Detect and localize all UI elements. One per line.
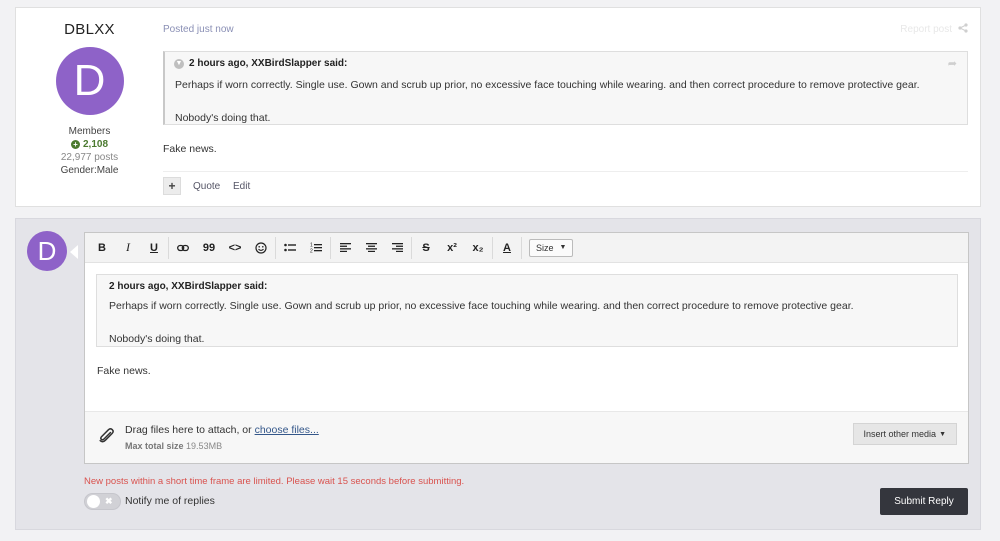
toolbar-divider — [330, 236, 331, 259]
align-center-icon — [365, 243, 377, 252]
speech-pointer — [70, 245, 78, 259]
notify-toggle[interactable]: ✖ — [84, 493, 121, 510]
avatar[interactable]: D — [55, 47, 124, 115]
toolbar-divider — [521, 236, 522, 259]
editor-text[interactable]: Fake news. — [97, 365, 151, 377]
emoji-button[interactable] — [248, 237, 274, 259]
align-center-button[interactable] — [358, 237, 384, 259]
font-size-label: Size — [536, 242, 554, 253]
insert-media-label: Insert other media — [863, 429, 937, 439]
posted-time[interactable]: Posted just now — [163, 24, 234, 35]
close-icon: ✖ — [105, 496, 113, 506]
font-size-select[interactable]: Size ▼ — [529, 238, 574, 257]
italic-button[interactable]: I — [115, 237, 141, 259]
multiquote-button[interactable]: + — [163, 177, 181, 195]
attach-instructions: Drag files here to attach, or choose fil… — [125, 424, 319, 436]
attachment-area[interactable]: Drag files here to attach, or choose fil… — [85, 411, 968, 463]
author-name[interactable]: DBLXX — [16, 21, 163, 38]
quote-header-text[interactable]: 2 hours ago, XXBirdSlapper said: — [189, 58, 347, 69]
rate-limit-warning: New posts within a short time frame are … — [84, 476, 465, 487]
text-color-button[interactable]: A — [494, 237, 520, 259]
smiley-icon — [255, 241, 267, 254]
choose-files-link[interactable]: choose files... — [255, 424, 319, 436]
notify-label[interactable]: Notify me of replies — [125, 495, 215, 507]
quote-insert-button[interactable]: 99 — [196, 237, 222, 259]
go-to-quote-icon[interactable]: ➦ — [948, 57, 957, 70]
quote-button[interactable]: Quote — [193, 181, 220, 192]
post-card: DBLXX D Members + 2,108 22,977 posts Gen… — [15, 7, 981, 207]
max-size: Max total size 19.53MB — [125, 441, 222, 451]
align-left-button[interactable] — [332, 237, 358, 259]
quote-header: ▼ 2 hours ago, XXBirdSlapper said: — [174, 58, 347, 69]
chevron-down-icon[interactable]: ▼ — [174, 58, 184, 69]
toolbar-divider — [411, 236, 412, 259]
post-content: Fake news. — [163, 143, 217, 155]
max-size-label: Max total size — [125, 441, 184, 451]
avatar: D — [27, 231, 67, 271]
bullet-list-icon — [284, 243, 296, 251]
quote-text: Nobody's doing that. — [109, 333, 205, 345]
align-right-button[interactable] — [384, 237, 410, 259]
toggle-knob — [87, 495, 100, 508]
svg-text:2: 2 — [310, 249, 313, 254]
report-post-link[interactable]: Report post — [900, 24, 952, 35]
align-right-icon — [391, 243, 403, 252]
numbered-list-icon: 12 — [310, 243, 322, 254]
link-button[interactable] — [170, 237, 196, 259]
subscript-button[interactable]: x₂ — [465, 237, 491, 259]
member-group: Members — [68, 126, 111, 137]
reply-editor[interactable]: B I U 99 <> 12 S x² x₂ A Size ▼ 2 hours … — [84, 232, 969, 464]
share-icon[interactable] — [958, 23, 968, 36]
submit-reply-button[interactable]: Submit Reply — [880, 488, 968, 515]
quote-text: Perhaps if worn correctly. Single use. G… — [109, 300, 854, 312]
caret-down-icon: ▼ — [559, 244, 567, 251]
bulleted-list-button[interactable] — [277, 237, 303, 259]
reputation-plus-icon: + — [70, 140, 80, 149]
quote-text: Perhaps if worn correctly. Single use. G… — [175, 79, 920, 91]
edit-button[interactable]: Edit — [233, 181, 250, 192]
toolbar-divider — [168, 236, 169, 259]
link-icon — [177, 244, 189, 251]
reputation: + 2,108 — [16, 139, 163, 150]
underline-button[interactable]: U — [141, 237, 167, 259]
author-panel: DBLXX D Members + 2,108 22,977 posts Gen… — [16, 8, 163, 176]
code-button[interactable]: <> — [222, 237, 248, 259]
editor-quote: 2 hours ago, XXBirdSlapper said: Perhaps… — [96, 274, 958, 347]
align-left-icon — [339, 243, 351, 252]
gender: Gender:Male — [60, 165, 119, 176]
post-count: 22,977 posts — [60, 152, 119, 163]
reply-area: D B I U 99 <> 12 S x² x₂ A Size ▼ 2 hour… — [15, 218, 981, 530]
editor-toolbar: B I U 99 <> 12 S x² x₂ A Size ▼ — [85, 233, 968, 263]
quoted-post: ▼ 2 hours ago, XXBirdSlapper said: ➦ Per… — [163, 51, 968, 125]
bold-button[interactable]: B — [89, 237, 115, 259]
strikethrough-button[interactable]: S — [413, 237, 439, 259]
toolbar-divider — [492, 236, 493, 259]
numbered-list-button[interactable]: 12 — [303, 237, 329, 259]
caret-down-icon: ▼ — [939, 430, 946, 438]
quote-header-text: 2 hours ago, XXBirdSlapper said: — [109, 281, 268, 292]
post-body: Posted just now Report post ▼ 2 hours ag… — [163, 8, 980, 206]
attach-text: Drag files here to attach, or — [125, 424, 255, 436]
quote-text: Nobody's doing that. — [175, 112, 271, 124]
toolbar-divider — [275, 236, 276, 259]
reputation-value: 2,108 — [82, 139, 109, 150]
superscript-button[interactable]: x² — [439, 237, 465, 259]
max-size-value: 19.53MB — [186, 441, 223, 451]
insert-media-button[interactable]: Insert other media ▼ — [852, 423, 957, 445]
divider — [163, 171, 968, 172]
paperclip-icon — [99, 428, 114, 443]
